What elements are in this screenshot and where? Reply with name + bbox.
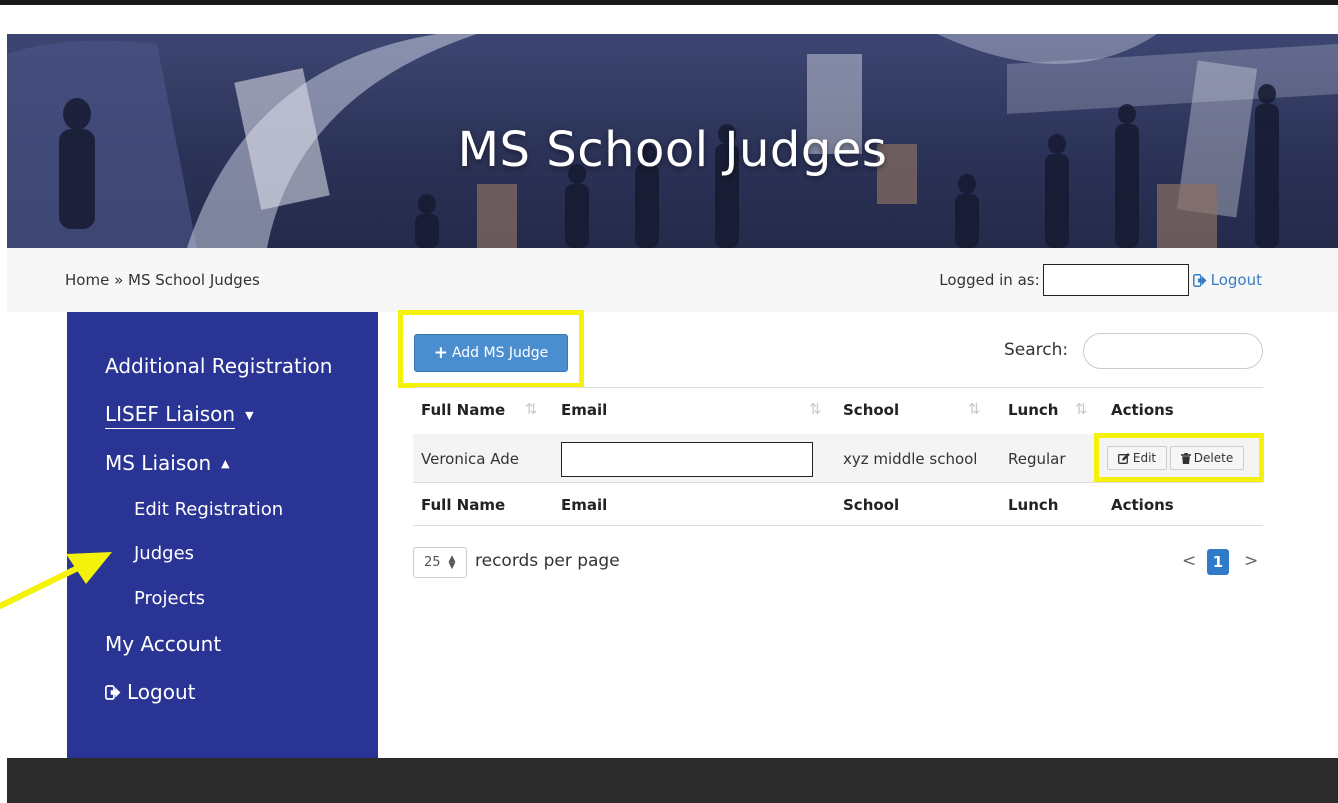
column-header-school[interactable]: School — [843, 401, 899, 419]
cell-lunch: Regular — [1008, 450, 1066, 468]
header-logout-label: Logout — [1210, 271, 1262, 289]
breadcrumb-home[interactable]: Home — [65, 271, 109, 289]
sidebar-nav: Additional Registration LISEF Liaison ▼ … — [67, 312, 378, 758]
table-bottom-border — [413, 525, 1263, 526]
annotation-highlight-add-button — [398, 310, 584, 388]
sidebar-item-judges[interactable]: Judges — [134, 543, 194, 564]
select-updown-icon: ▲ ▼ — [448, 553, 456, 571]
breadcrumb-bar: Home » MS School Judges Logged in as: Lo… — [7, 248, 1338, 312]
cell-full-name: Veronica Ade — [421, 450, 519, 468]
sort-icon[interactable]: ⇅ — [809, 400, 822, 418]
breadcrumb-current: MS School Judges — [128, 271, 260, 289]
sort-icon[interactable]: ⇅ — [968, 400, 981, 418]
annotation-highlight-actions — [1094, 433, 1264, 482]
table-top-border — [413, 387, 1263, 388]
records-per-page-label: records per page — [475, 551, 620, 571]
top-border — [0, 0, 1338, 5]
column-header-lunch[interactable]: Lunch — [1008, 401, 1059, 419]
column-footer-actions: Actions — [1111, 496, 1174, 514]
column-footer-full-name: Full Name — [421, 496, 506, 514]
column-footer-school: School — [843, 496, 900, 514]
logged-in-label: Logged in as: — [939, 271, 1040, 289]
breadcrumb-separator: » — [114, 271, 124, 289]
cell-school: xyz middle school — [843, 450, 978, 468]
cell-email — [561, 442, 813, 477]
table-row-border — [413, 482, 1263, 483]
column-footer-lunch: Lunch — [1008, 496, 1059, 514]
sidebar-item-projects[interactable]: Projects — [134, 588, 205, 609]
sidebar-item-edit-registration[interactable]: Edit Registration — [134, 499, 283, 520]
pagination-next[interactable]: > — [1244, 551, 1258, 571]
pagination-prev[interactable]: < — [1182, 551, 1196, 571]
sort-icon[interactable]: ⇅ — [525, 400, 538, 418]
caret-up-icon: ▲ — [221, 456, 230, 470]
hero-banner: MS School Judges — [7, 34, 1338, 248]
column-header-full-name[interactable]: Full Name — [421, 401, 505, 419]
logged-in-user-field — [1042, 264, 1189, 296]
sidebar-item-additional-registration[interactable]: Additional Registration — [105, 354, 332, 378]
sign-out-icon — [105, 684, 121, 700]
sidebar-item-ms-liaison[interactable]: MS Liaison ▲ — [105, 451, 230, 475]
sidebar-item-my-account[interactable]: My Account — [105, 632, 221, 656]
column-header-email[interactable]: Email — [561, 401, 607, 419]
header-logout-link[interactable]: Logout — [1192, 271, 1262, 289]
sign-out-icon — [1192, 273, 1207, 287]
login-status: Logged in as: Logout — [939, 263, 1262, 297]
search-input[interactable] — [1083, 333, 1263, 369]
page-size-select[interactable]: 25 ▲ ▼ — [413, 547, 467, 578]
sort-icon[interactable]: ⇅ — [1075, 400, 1088, 418]
column-footer-email: Email — [561, 496, 608, 514]
page-title: MS School Judges — [457, 122, 888, 178]
sidebar-item-lisef-liaison[interactable]: LISEF Liaison ▼ — [105, 402, 254, 429]
breadcrumb: Home » MS School Judges — [65, 271, 260, 289]
sidebar-item-logout[interactable]: Logout — [105, 680, 195, 704]
column-header-actions: Actions — [1111, 401, 1174, 419]
pagination-current-page[interactable]: 1 — [1207, 549, 1229, 575]
caret-down-icon: ▼ — [245, 409, 254, 422]
page-footer — [7, 758, 1338, 803]
search-label: Search: — [1004, 340, 1069, 360]
annotation-arrow-icon — [0, 552, 112, 609]
